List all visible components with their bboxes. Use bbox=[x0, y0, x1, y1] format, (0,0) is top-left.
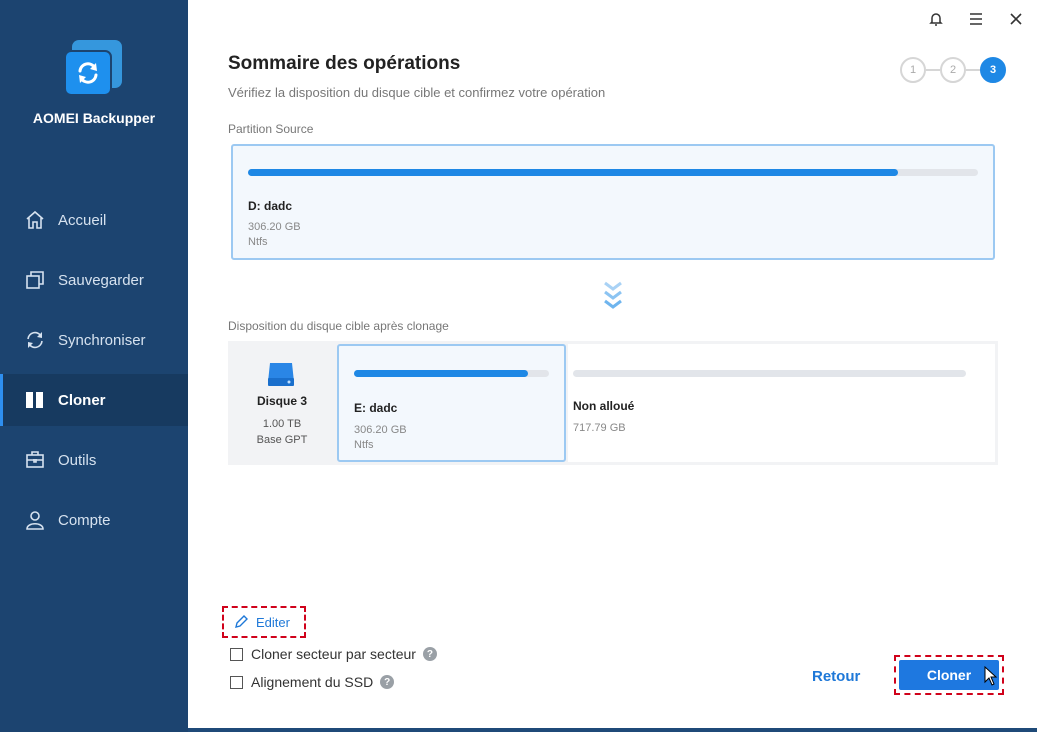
page-subtitle: Vérifiez la disposition du disque cible … bbox=[228, 85, 606, 100]
target-disk-type: Base GPT bbox=[256, 434, 308, 446]
disk-drive-icon bbox=[266, 358, 296, 393]
sidebar-item-label: Compte bbox=[58, 511, 111, 529]
edit-button[interactable]: Editer bbox=[222, 606, 306, 638]
home-icon bbox=[24, 209, 46, 231]
target-partition-name: E: dadc bbox=[354, 401, 398, 415]
sidebar-item-accueil[interactable]: Accueil bbox=[0, 190, 188, 250]
main-panel: Sommaire des opérations Vérifiez la disp… bbox=[188, 0, 1037, 728]
source-partition-fs: Ntfs bbox=[248, 236, 268, 248]
help-icon[interactable]: ? bbox=[422, 647, 437, 661]
clone-icon bbox=[24, 389, 46, 411]
step-2: 2 bbox=[940, 57, 966, 83]
target-disk-size: 1.00 TB bbox=[262, 418, 302, 430]
target-partition-fs: Ntfs bbox=[354, 439, 374, 451]
edit-button-label: Editer bbox=[256, 614, 290, 630]
page-title: Sommaire des opérations bbox=[228, 53, 461, 74]
target-usage-bar bbox=[354, 370, 549, 377]
sidebar-item-compte[interactable]: Compte bbox=[0, 490, 188, 550]
target-partition-size: 306.20 GB bbox=[354, 424, 407, 436]
source-label: Partition Source bbox=[228, 122, 314, 136]
step-indicator: 1 2 3 bbox=[900, 57, 1006, 83]
sector-clone-checkbox[interactable] bbox=[230, 647, 243, 661]
menu-icon[interactable] bbox=[965, 8, 987, 30]
ssd-align-option: Alignement du SSD ? bbox=[230, 674, 395, 690]
target-disk-name: Disque 3 bbox=[256, 394, 307, 408]
ssd-align-label: Alignement du SSD bbox=[251, 674, 374, 690]
ssd-align-checkbox[interactable] bbox=[230, 675, 243, 689]
target-disk-info: Disque 3 1.00 TB Base GPT bbox=[228, 341, 336, 465]
bell-icon[interactable] bbox=[925, 8, 947, 30]
sidebar-item-label: Outils bbox=[58, 451, 97, 469]
target-disk-row: Disque 3 1.00 TB Base GPT E: dadc 306.20… bbox=[228, 341, 998, 465]
unallocated-name: Non alloué bbox=[573, 399, 635, 413]
unallocated-usage-bar bbox=[573, 370, 966, 377]
target-partition-card[interactable]: E: dadc 306.20 GB Ntfs bbox=[337, 344, 566, 462]
sidebar-item-label: Accueil bbox=[58, 211, 107, 229]
sidebar-item-sauvegarder[interactable]: Sauvegarder bbox=[0, 250, 188, 310]
mouse-cursor-icon bbox=[984, 665, 998, 691]
target-usage-fill bbox=[354, 370, 528, 377]
back-button[interactable]: Retour bbox=[812, 668, 860, 685]
toolbox-icon bbox=[24, 449, 46, 471]
target-label: Disposition du disque cible après clonag… bbox=[228, 319, 449, 333]
chevron-double-down-icon bbox=[602, 280, 624, 312]
window-controls bbox=[925, 8, 1027, 30]
sidebar-item-label: Synchroniser bbox=[58, 331, 146, 349]
sidebar-item-label: Cloner bbox=[58, 391, 106, 409]
sidebar-item-label: Sauvegarder bbox=[58, 271, 144, 289]
close-icon[interactable] bbox=[1005, 8, 1027, 30]
source-partition-card[interactable]: D: dadc 306.20 GB Ntfs bbox=[231, 144, 995, 260]
sidebar: AOMEI Backupper Accueil Sauvegarder Sync… bbox=[0, 0, 188, 732]
unallocated-card[interactable]: Non alloué 717.79 GB bbox=[568, 344, 995, 462]
sidebar-item-cloner[interactable]: Cloner bbox=[0, 374, 188, 426]
source-partition-size: 306.20 GB bbox=[248, 221, 301, 233]
sector-clone-option: Cloner secteur par secteur ? bbox=[230, 646, 437, 662]
help-icon[interactable]: ? bbox=[380, 675, 395, 689]
app-logo-icon bbox=[62, 40, 124, 100]
step-3: 3 bbox=[980, 57, 1006, 83]
sidebar-item-synchroniser[interactable]: Synchroniser bbox=[0, 310, 188, 370]
step-1: 1 bbox=[900, 57, 926, 83]
unallocated-size: 717.79 GB bbox=[573, 422, 626, 434]
pencil-icon bbox=[234, 615, 248, 629]
app-title: AOMEI Backupper bbox=[32, 110, 156, 126]
sidebar-item-outils[interactable]: Outils bbox=[0, 430, 188, 490]
sidebar-nav: Accueil Sauvegarder Synchroniser Cloner … bbox=[0, 190, 188, 550]
sector-clone-label: Cloner secteur par secteur bbox=[251, 646, 416, 662]
source-usage-bar bbox=[248, 169, 978, 176]
source-partition-name: D: dadc bbox=[248, 199, 293, 213]
sync-icon bbox=[24, 329, 46, 351]
backup-icon bbox=[24, 269, 46, 291]
source-usage-fill bbox=[248, 169, 898, 176]
user-icon bbox=[24, 509, 46, 531]
